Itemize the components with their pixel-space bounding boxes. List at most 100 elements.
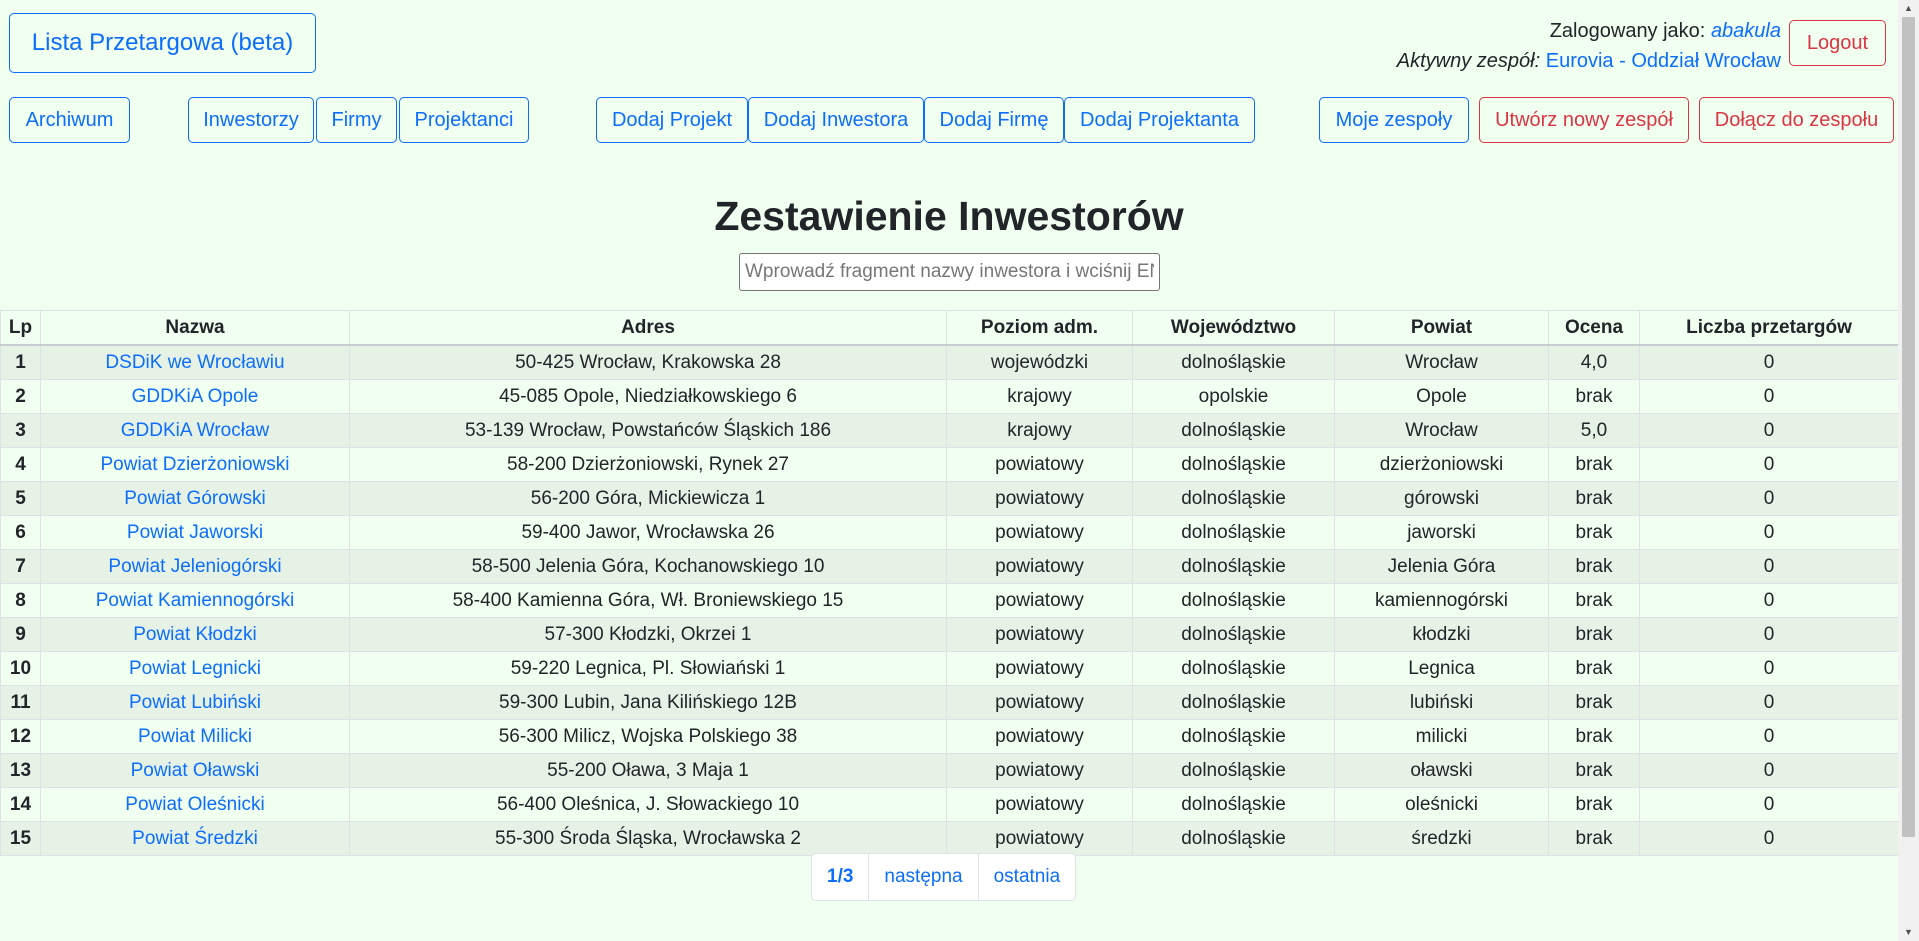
dodaj-inwestora-button[interactable]: Dodaj Inwestora bbox=[748, 97, 924, 143]
cell-tenders: 0 bbox=[1639, 447, 1899, 482]
page-last-link[interactable]: ostatnia bbox=[979, 854, 1076, 900]
cell-address: 56-400 Oleśnica, J. Słowackiego 10 bbox=[349, 787, 947, 822]
cell-level: powiatowy bbox=[946, 617, 1133, 652]
cell-tenders: 0 bbox=[1639, 651, 1899, 686]
investor-link[interactable]: Powiat Legnicki bbox=[129, 658, 261, 679]
cell-voivodeship: dolnośląskie bbox=[1132, 515, 1335, 550]
column-header: Nazwa bbox=[40, 310, 350, 346]
cell-tenders: 0 bbox=[1639, 753, 1899, 788]
cell-address: 58-200 Dzierżoniowski, Rynek 27 bbox=[349, 447, 947, 482]
cell-name: GDDKiA Opole bbox=[40, 379, 350, 414]
column-header: Ocena bbox=[1548, 310, 1640, 346]
cell-tenders: 0 bbox=[1639, 481, 1899, 516]
search-input[interactable] bbox=[739, 253, 1160, 291]
cell-level: powiatowy bbox=[946, 753, 1133, 788]
investor-link[interactable]: Powiat Oleśnicki bbox=[125, 794, 264, 815]
scroll-up-arrow-icon[interactable]: ▲ bbox=[1898, 0, 1919, 17]
projektanci-button[interactable]: Projektanci bbox=[399, 97, 529, 143]
brand-button[interactable]: Lista Przetargowa (beta) bbox=[9, 13, 316, 73]
create-team-button[interactable]: Utwórz nowy zespół bbox=[1479, 97, 1689, 143]
cell-name: Powiat Jaworski bbox=[40, 515, 350, 550]
column-header: Lp bbox=[0, 310, 41, 346]
cell-address: 56-300 Milicz, Wojska Polskiego 38 bbox=[349, 719, 947, 754]
column-header: Poziom adm. bbox=[946, 310, 1133, 346]
logout-button[interactable]: Logout bbox=[1789, 20, 1886, 66]
user-info: Zalogowany jako: abakula Aktywny zespół:… bbox=[1397, 16, 1781, 76]
firmy-button[interactable]: Firmy bbox=[316, 97, 397, 143]
cell-address: 58-500 Jelenia Góra, Kochanowskiego 10 bbox=[349, 549, 947, 584]
cell-county: Jelenia Góra bbox=[1334, 549, 1549, 584]
table-row: 1 DSDiK we Wrocławiu 50-425 Wrocław, Krako… bbox=[0, 344, 1899, 380]
page-next-link[interactable]: następna bbox=[869, 854, 979, 900]
cell-address: 45-085 Opole, Niedziałkowskiego 6 bbox=[349, 379, 947, 414]
cell-county: Legnica bbox=[1334, 651, 1549, 686]
dodaj-projekt-button[interactable]: Dodaj Projekt bbox=[596, 97, 748, 143]
cell-voivodeship: opolskie bbox=[1132, 379, 1335, 414]
cell-name: Powiat Górowski bbox=[40, 481, 350, 516]
cell-county: dzierżoniowski bbox=[1334, 447, 1549, 482]
investor-link[interactable]: Powiat Jaworski bbox=[127, 522, 263, 543]
investor-link[interactable]: DSDiK we Wrocławiu bbox=[105, 352, 284, 373]
cell-rating: brak bbox=[1548, 481, 1640, 516]
logged-as-label: Zalogowany jako: bbox=[1549, 20, 1706, 42]
scroll-down-arrow-icon[interactable]: ▼ bbox=[1898, 924, 1919, 941]
cell-tenders: 0 bbox=[1639, 379, 1899, 414]
cell-lp: 11 bbox=[0, 685, 41, 720]
cell-lp: 14 bbox=[0, 787, 41, 822]
cell-name: Powiat Milicki bbox=[40, 719, 350, 754]
cell-county: milicki bbox=[1334, 719, 1549, 754]
vertical-scrollbar[interactable]: ▲ ▼ bbox=[1898, 0, 1919, 941]
cell-address: 55-200 Oława, 3 Maja 1 bbox=[349, 753, 947, 788]
cell-voivodeship: dolnośląskie bbox=[1132, 719, 1335, 754]
cell-name: Powiat Oławski bbox=[40, 753, 350, 788]
moje-zespoly-button[interactable]: Moje zespoły bbox=[1319, 97, 1469, 143]
table-row: 3 GDDKiA Wrocław 53-139 Wrocław, Powstańcó… bbox=[0, 413, 1899, 448]
investor-link[interactable]: Powiat Kamiennogórski bbox=[96, 590, 295, 611]
cell-name: Powiat Kamiennogórski bbox=[40, 583, 350, 618]
table-row: 12 Powiat Milicki 56-300 Milicz, Wojska Po… bbox=[0, 719, 1899, 754]
scrollbar-thumb[interactable] bbox=[1902, 17, 1915, 837]
cell-lp: 10 bbox=[0, 651, 41, 686]
inwestorzy-button[interactable]: Inwestorzy bbox=[188, 97, 314, 143]
table-row: 2 GDDKiA Opole 45-085 Opole, Niedziałkowsk… bbox=[0, 379, 1899, 414]
investor-link[interactable]: Powiat Jeleniogórski bbox=[108, 556, 281, 577]
cell-rating: brak bbox=[1548, 821, 1640, 856]
cell-lp: 5 bbox=[0, 481, 41, 516]
investor-link[interactable]: GDDKiA Opole bbox=[132, 386, 259, 407]
cell-county: lubiński bbox=[1334, 685, 1549, 720]
cell-county: jaworski bbox=[1334, 515, 1549, 550]
cell-voivodeship: dolnośląskie bbox=[1132, 344, 1335, 380]
dodaj-firme-button[interactable]: Dodaj Firmę bbox=[924, 97, 1064, 143]
investor-link[interactable]: Powiat Oławski bbox=[131, 760, 260, 781]
cell-lp: 13 bbox=[0, 753, 41, 788]
investor-link[interactable]: Powiat Lubiński bbox=[129, 692, 261, 713]
cell-name: Powiat Oleśnicki bbox=[40, 787, 350, 822]
cell-rating: brak bbox=[1548, 583, 1640, 618]
archiwum-button[interactable]: Archiwum bbox=[9, 97, 130, 143]
cell-county: oławski bbox=[1334, 753, 1549, 788]
username-link[interactable]: abakula bbox=[1711, 20, 1781, 42]
cell-voivodeship: dolnośląskie bbox=[1132, 753, 1335, 788]
cell-lp: 12 bbox=[0, 719, 41, 754]
investor-link[interactable]: Powiat Średzki bbox=[132, 828, 258, 849]
cell-name: Powiat Lubiński bbox=[40, 685, 350, 720]
active-team-link[interactable]: Eurovia - Oddział Wrocław bbox=[1546, 50, 1781, 72]
join-team-button[interactable]: Dołącz do zespołu bbox=[1699, 97, 1894, 143]
cell-voivodeship: dolnośląskie bbox=[1132, 549, 1335, 584]
cell-county: oleśnicki bbox=[1334, 787, 1549, 822]
cell-name: Powiat Jeleniogórski bbox=[40, 549, 350, 584]
cell-lp: 9 bbox=[0, 617, 41, 652]
investor-link[interactable]: Powiat Górowski bbox=[124, 488, 266, 509]
cell-county: Wrocław bbox=[1334, 413, 1549, 448]
cell-lp: 8 bbox=[0, 583, 41, 618]
cell-tenders: 0 bbox=[1639, 413, 1899, 448]
page-current[interactable]: 1/3 bbox=[812, 854, 870, 900]
cell-name: DSDiK we Wrocławiu bbox=[40, 344, 350, 380]
dodaj-projektanta-button[interactable]: Dodaj Projektanta bbox=[1064, 97, 1255, 143]
investor-link[interactable]: Powiat Milicki bbox=[138, 726, 252, 747]
investor-link[interactable]: GDDKiA Wrocław bbox=[121, 420, 270, 441]
cell-county: Opole bbox=[1334, 379, 1549, 414]
investor-link[interactable]: Powiat Dzierżoniowski bbox=[100, 454, 289, 475]
investor-link[interactable]: Powiat Kłodzki bbox=[133, 624, 257, 645]
cell-level: wojewódzki bbox=[946, 344, 1133, 380]
